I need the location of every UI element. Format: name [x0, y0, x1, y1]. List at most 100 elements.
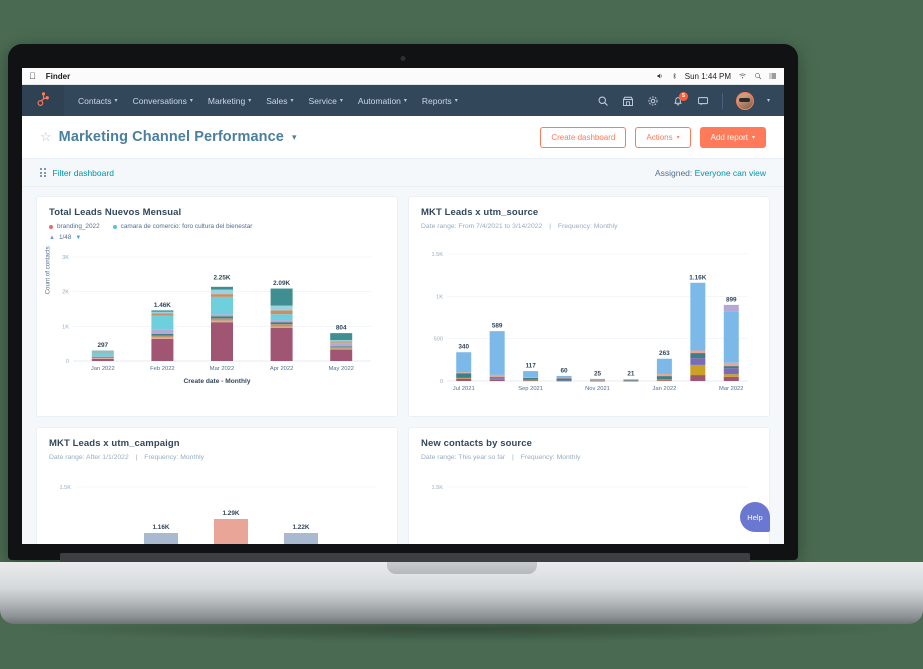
- chevron-down-icon: ▾: [676, 134, 680, 141]
- volume-icon[interactable]: [656, 72, 664, 80]
- nav-item-label: Marketing: [207, 95, 246, 106]
- subtitle-separator: |: [512, 454, 514, 461]
- card-title: MKT Leads x utm_campaign: [49, 438, 180, 449]
- date-range-label: Date range:: [49, 454, 85, 461]
- chevron-down-icon: ▾: [751, 134, 755, 141]
- svg-text:May 2022: May 2022: [328, 366, 353, 372]
- svg-text:Jul 2021: Jul 2021: [453, 386, 475, 392]
- y-axis-label: Count of contacts: [44, 246, 52, 295]
- svg-text:1K: 1K: [436, 294, 443, 300]
- date-range-label: Date range:: [421, 454, 457, 461]
- control-center-icon[interactable]: [769, 72, 777, 80]
- actions-button[interactable]: Actions ▾: [635, 126, 691, 148]
- svg-text:1.46K: 1.46K: [154, 302, 171, 309]
- nav-item-conversations[interactable]: Conversations ▾: [133, 96, 193, 106]
- create-dashboard-label: Create dashboard: [551, 132, 616, 142]
- date-range-value: After 1/1/2022: [86, 454, 129, 461]
- subtitle-separator: |: [549, 223, 551, 230]
- legend-label: branding_2022: [57, 223, 100, 230]
- wifi-icon[interactable]: [738, 72, 747, 80]
- title-chevron-down-icon[interactable]: ▾: [292, 132, 297, 143]
- chat-icon[interactable]: [697, 95, 709, 107]
- marketplace-icon[interactable]: [622, 95, 634, 107]
- laptop-base: [0, 562, 923, 624]
- nav-item-reports[interactable]: Reports ▾: [422, 96, 458, 106]
- pager-down-icon[interactable]: ▼: [75, 235, 81, 241]
- svg-text:899: 899: [726, 296, 737, 303]
- laptop-lid:  Finder Sun 1:44 PM: [8, 44, 798, 560]
- search-icon[interactable]: [597, 95, 609, 107]
- report-card-mkt-leads-utm-source[interactable]: MKT Leads x utm_source Date range: From …: [408, 196, 770, 417]
- filter-dashboard-button[interactable]: Filter dashboard: [40, 168, 114, 178]
- grid-icon: [40, 168, 46, 177]
- macos-clock[interactable]: Sun 1:44 PM: [685, 72, 731, 81]
- date-range-label: Date range:: [421, 223, 457, 230]
- svg-text:3K: 3K: [62, 255, 69, 261]
- add-report-button[interactable]: Add report ▾: [699, 126, 766, 148]
- notifications-bell-icon[interactable]: 5: [672, 91, 688, 107]
- report-card-total-leads[interactable]: Total Leads Nuevos Mensual branding_2022…: [36, 196, 398, 417]
- assigned-info: Assigned: Everyone can view: [655, 168, 766, 178]
- report-card-new-contacts-by-source[interactable]: New contacts by source Date range: This …: [408, 427, 770, 544]
- chevron-down-icon: ▾: [189, 98, 193, 104]
- svg-text:Sep 2021: Sep 2021: [518, 386, 543, 392]
- nav-item-marketing[interactable]: Marketing ▾: [208, 96, 251, 106]
- legend-color-dot: [49, 224, 53, 229]
- laptop-screen:  Finder Sun 1:44 PM: [22, 68, 784, 544]
- legend-item[interactable]: camara de comercio: foro cultura del bie…: [112, 223, 253, 230]
- svg-text:1.5K: 1.5K: [431, 252, 443, 258]
- svg-text:1K: 1K: [62, 324, 69, 330]
- favorite-star-icon[interactable]: ☆: [40, 129, 52, 145]
- subtitle-separator: |: [135, 454, 138, 461]
- svg-text:Jan 2022: Jan 2022: [652, 386, 676, 392]
- svg-text:1.16K: 1.16K: [152, 524, 169, 531]
- report-card-mkt-leads-utm-campaign[interactable]: MKT Leads x utm_campaign Date range: Aft…: [36, 427, 398, 544]
- nav-item-service[interactable]: Service ▾: [309, 96, 343, 106]
- assigned-label: Assigned:: [654, 167, 693, 178]
- assigned-value-link[interactable]: Everyone can view: [695, 168, 766, 178]
- svg-text:297: 297: [97, 342, 108, 349]
- settings-gear-icon[interactable]: [647, 95, 659, 107]
- nav-menu: Contacts ▾ Conversations ▾ Marketing ▾ S…: [78, 96, 458, 106]
- chevron-down-icon: ▾: [248, 98, 252, 104]
- apple-icon[interactable]: : [29, 71, 36, 81]
- pager-up-icon[interactable]: ▲: [49, 235, 55, 241]
- svg-text:117: 117: [525, 363, 536, 370]
- chevron-down-icon: ▾: [454, 98, 458, 104]
- menubar-search-icon[interactable]: [754, 72, 762, 80]
- header-actions: Create dashboard Actions ▾ Add report ▾: [540, 126, 766, 148]
- macos-menubar:  Finder Sun 1:44 PM: [22, 68, 784, 85]
- legend-item[interactable]: branding_2022: [49, 223, 100, 230]
- nav-item-label: Contacts: [78, 95, 112, 106]
- nav-item-label: Service: [308, 95, 337, 106]
- bluetooth-icon[interactable]: [671, 72, 678, 80]
- svg-text:500: 500: [434, 337, 443, 343]
- page-title: Marketing Channel Performance: [58, 129, 284, 145]
- frequency-label: Frequency:: [144, 454, 179, 461]
- dashboard-grid: Total Leads Nuevos Mensual branding_2022…: [22, 187, 784, 544]
- svg-text:340: 340: [458, 344, 469, 351]
- nav-item-contacts[interactable]: Contacts ▾: [78, 96, 118, 106]
- svg-text:589: 589: [492, 323, 503, 330]
- frequency-value: Monthly: [556, 454, 581, 461]
- pager-count: 1/48: [58, 234, 72, 241]
- create-dashboard-button[interactable]: Create dashboard: [540, 126, 627, 148]
- macos-active-app-label: Finder: [39, 71, 70, 81]
- actions-label: Actions: [646, 132, 673, 142]
- chart-area: 1.5K 1.16K 1.29K 1.22K: [49, 477, 385, 544]
- svg-text:1.5K: 1.5K: [59, 485, 71, 491]
- avatar[interactable]: [735, 91, 754, 110]
- svg-text:1.5K: 1.5K: [431, 485, 443, 491]
- legend-label: camara de comercio: foro cultura del bie…: [120, 223, 253, 230]
- chart-area: 1.5K: [421, 477, 757, 544]
- hubspot-logo-icon[interactable]: [22, 85, 64, 116]
- svg-text:2.25K: 2.25K: [213, 275, 230, 282]
- svg-text:Feb 2022: Feb 2022: [150, 366, 175, 372]
- help-button[interactable]: Help: [740, 502, 770, 532]
- avatar-chevron-down-icon[interactable]: ▾: [767, 97, 770, 104]
- chart-area: Count of contacts 0 1K 2K 3K 297 Jan 2022 1.46…: [45, 245, 385, 385]
- hubspot-navbar: Contacts ▾ Conversations ▾ Marketing ▾ S…: [22, 85, 784, 116]
- nav-item-sales[interactable]: Sales ▾: [266, 96, 293, 106]
- chevron-down-icon: ▾: [339, 98, 343, 104]
- nav-item-automation[interactable]: Automation ▾: [358, 96, 407, 106]
